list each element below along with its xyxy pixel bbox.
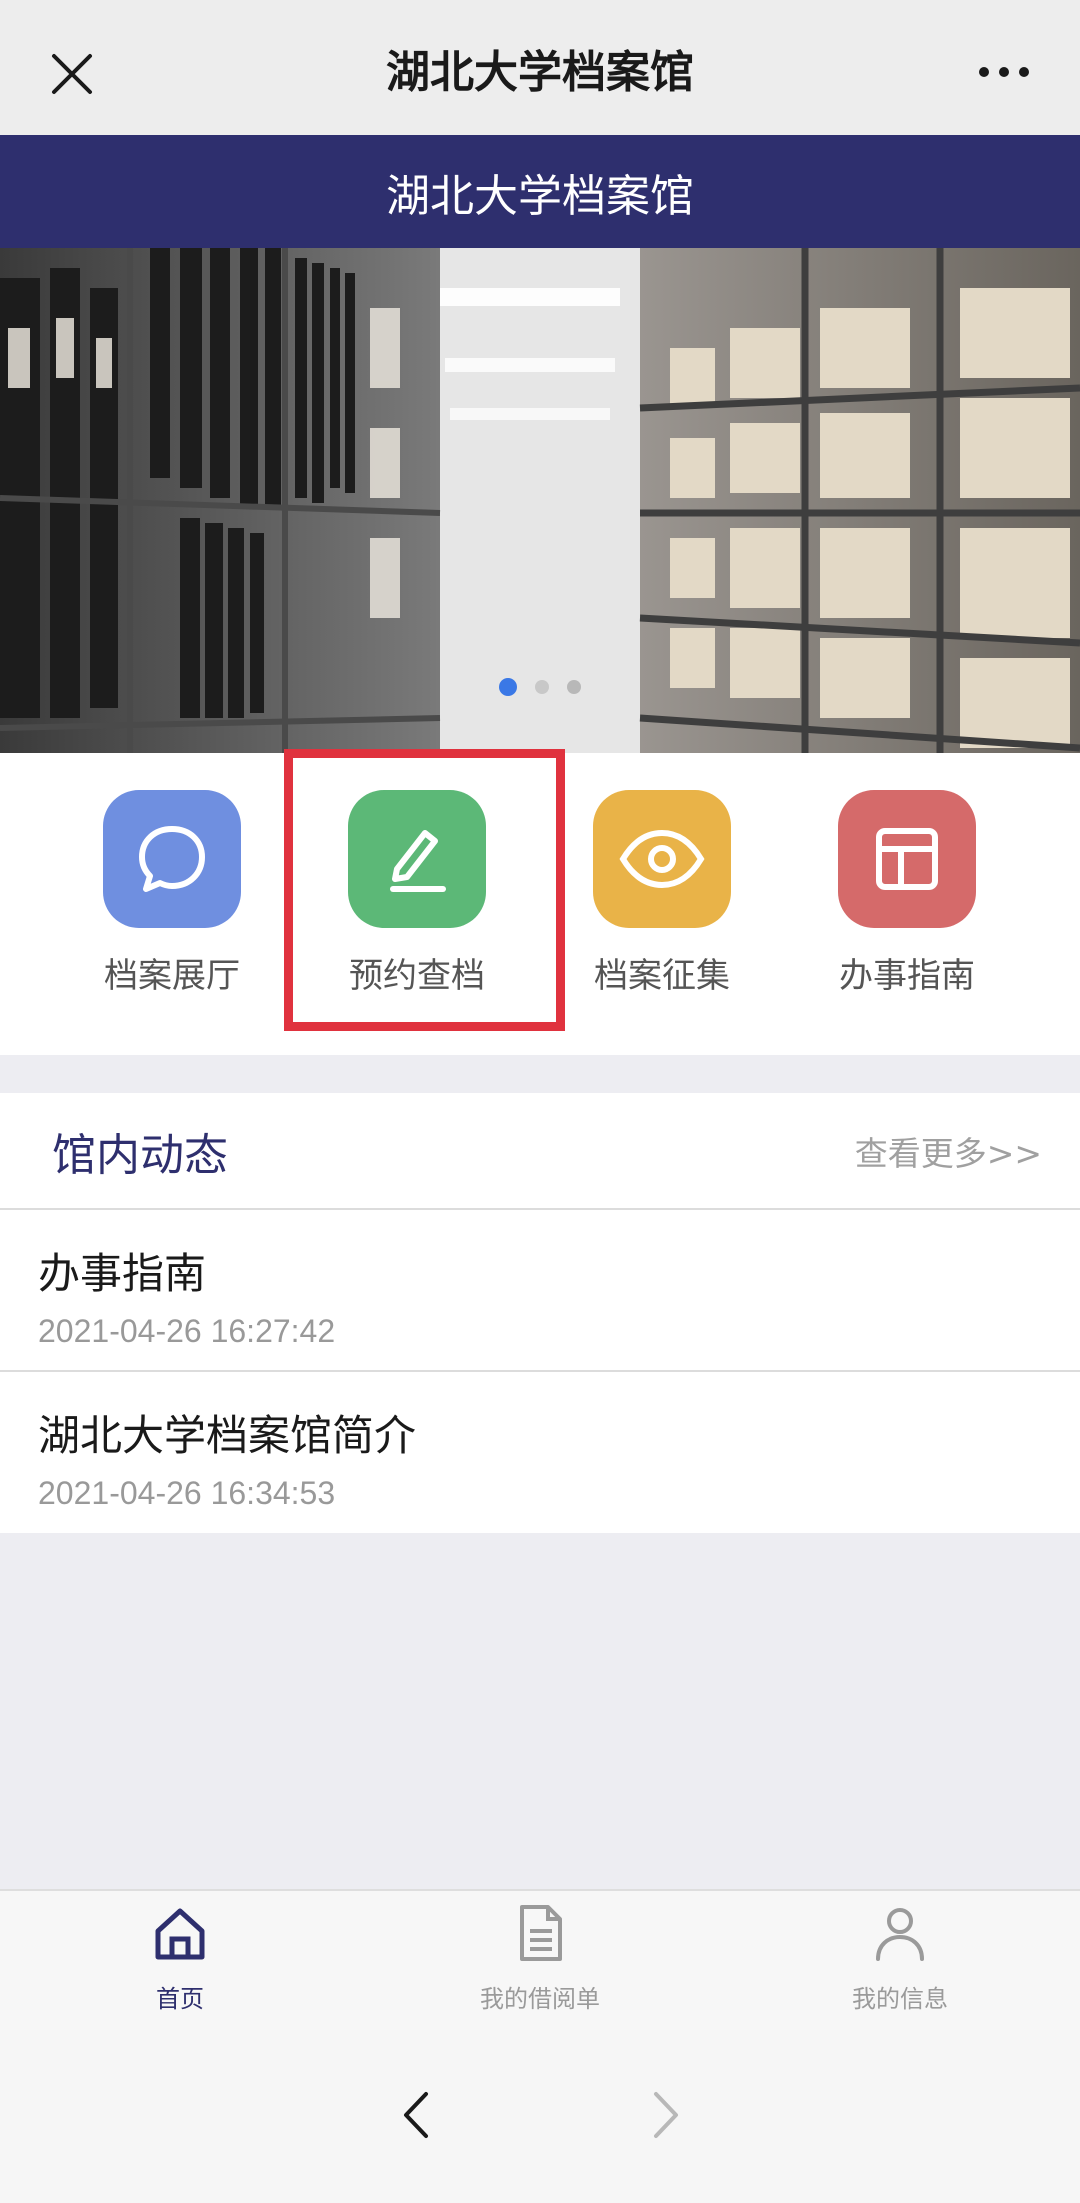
carousel-dot[interactable] [535,680,549,694]
tab-borrow-list[interactable]: 我的借阅单 [360,1891,720,2032]
tab-label: 我的信息 [852,1985,948,2013]
carousel-indicator[interactable] [0,678,1080,696]
quick-action-label: 档案展厅 [104,956,240,996]
hero-carousel[interactable] [0,248,1080,753]
news-item[interactable]: 办事指南 2021-04-26 16:27:42 [0,1210,1080,1370]
news-section: 馆内动态 查看更多>> 办事指南 2021-04-26 16:27:42 湖北大… [0,1093,1080,1533]
news-item[interactable]: 湖北大学档案馆简介 2021-04-26 16:34:53 [0,1370,1080,1530]
tab-my-info[interactable]: 我的信息 [720,1891,1080,2032]
browser-nav-bar [0,2030,1080,2203]
document-icon [520,1905,562,1961]
quick-action-label: 办事指南 [839,956,975,996]
home-icon [155,1908,205,1960]
eye-icon [593,790,731,928]
news-item-title: 办事指南 [38,1249,207,1298]
top-bar: 湖北大学档案馆 [0,0,1080,135]
window-title: 湖北大学档案馆 [386,46,694,98]
news-item-date: 2021-04-26 16:34:53 [38,1475,336,1511]
news-header: 馆内动态 查看更多>> [0,1093,1080,1210]
tab-label: 我的借阅单 [480,1985,600,2013]
carousel-dot[interactable] [567,680,581,694]
archive-shelves-image [0,248,1080,753]
news-item-title: 湖北大学档案馆简介 [38,1411,417,1460]
close-icon[interactable] [50,52,94,96]
tab-label: 首页 [156,1985,204,2013]
view-more-link[interactable]: 查看更多>> [855,1127,1042,1175]
tab-home[interactable]: 首页 [0,1891,360,2032]
quick-action-guide[interactable]: 办事指南 [807,790,1007,997]
page-banner: 湖北大学档案馆 [0,135,1080,248]
carousel-dot[interactable] [499,678,517,696]
more-icon[interactable] [978,62,1030,82]
highlight-box [284,749,565,1031]
chat-bubble-icon [103,790,241,928]
quick-action-collection[interactable]: 档案征集 [562,790,762,997]
user-icon [876,1908,924,1961]
back-arrow-icon[interactable] [400,2090,430,2140]
news-item-date: 2021-04-26 16:27:42 [38,1313,336,1349]
news-title: 馆内动态 [52,1129,228,1181]
layout-icon [838,790,976,928]
bottom-tab-bar: 首页 我的借阅单 我的信息 [0,1889,1080,2032]
forward-arrow-icon[interactable] [652,2090,682,2140]
quick-action-label: 档案征集 [594,956,730,996]
quick-action-exhibition[interactable]: 档案展厅 [72,790,272,997]
